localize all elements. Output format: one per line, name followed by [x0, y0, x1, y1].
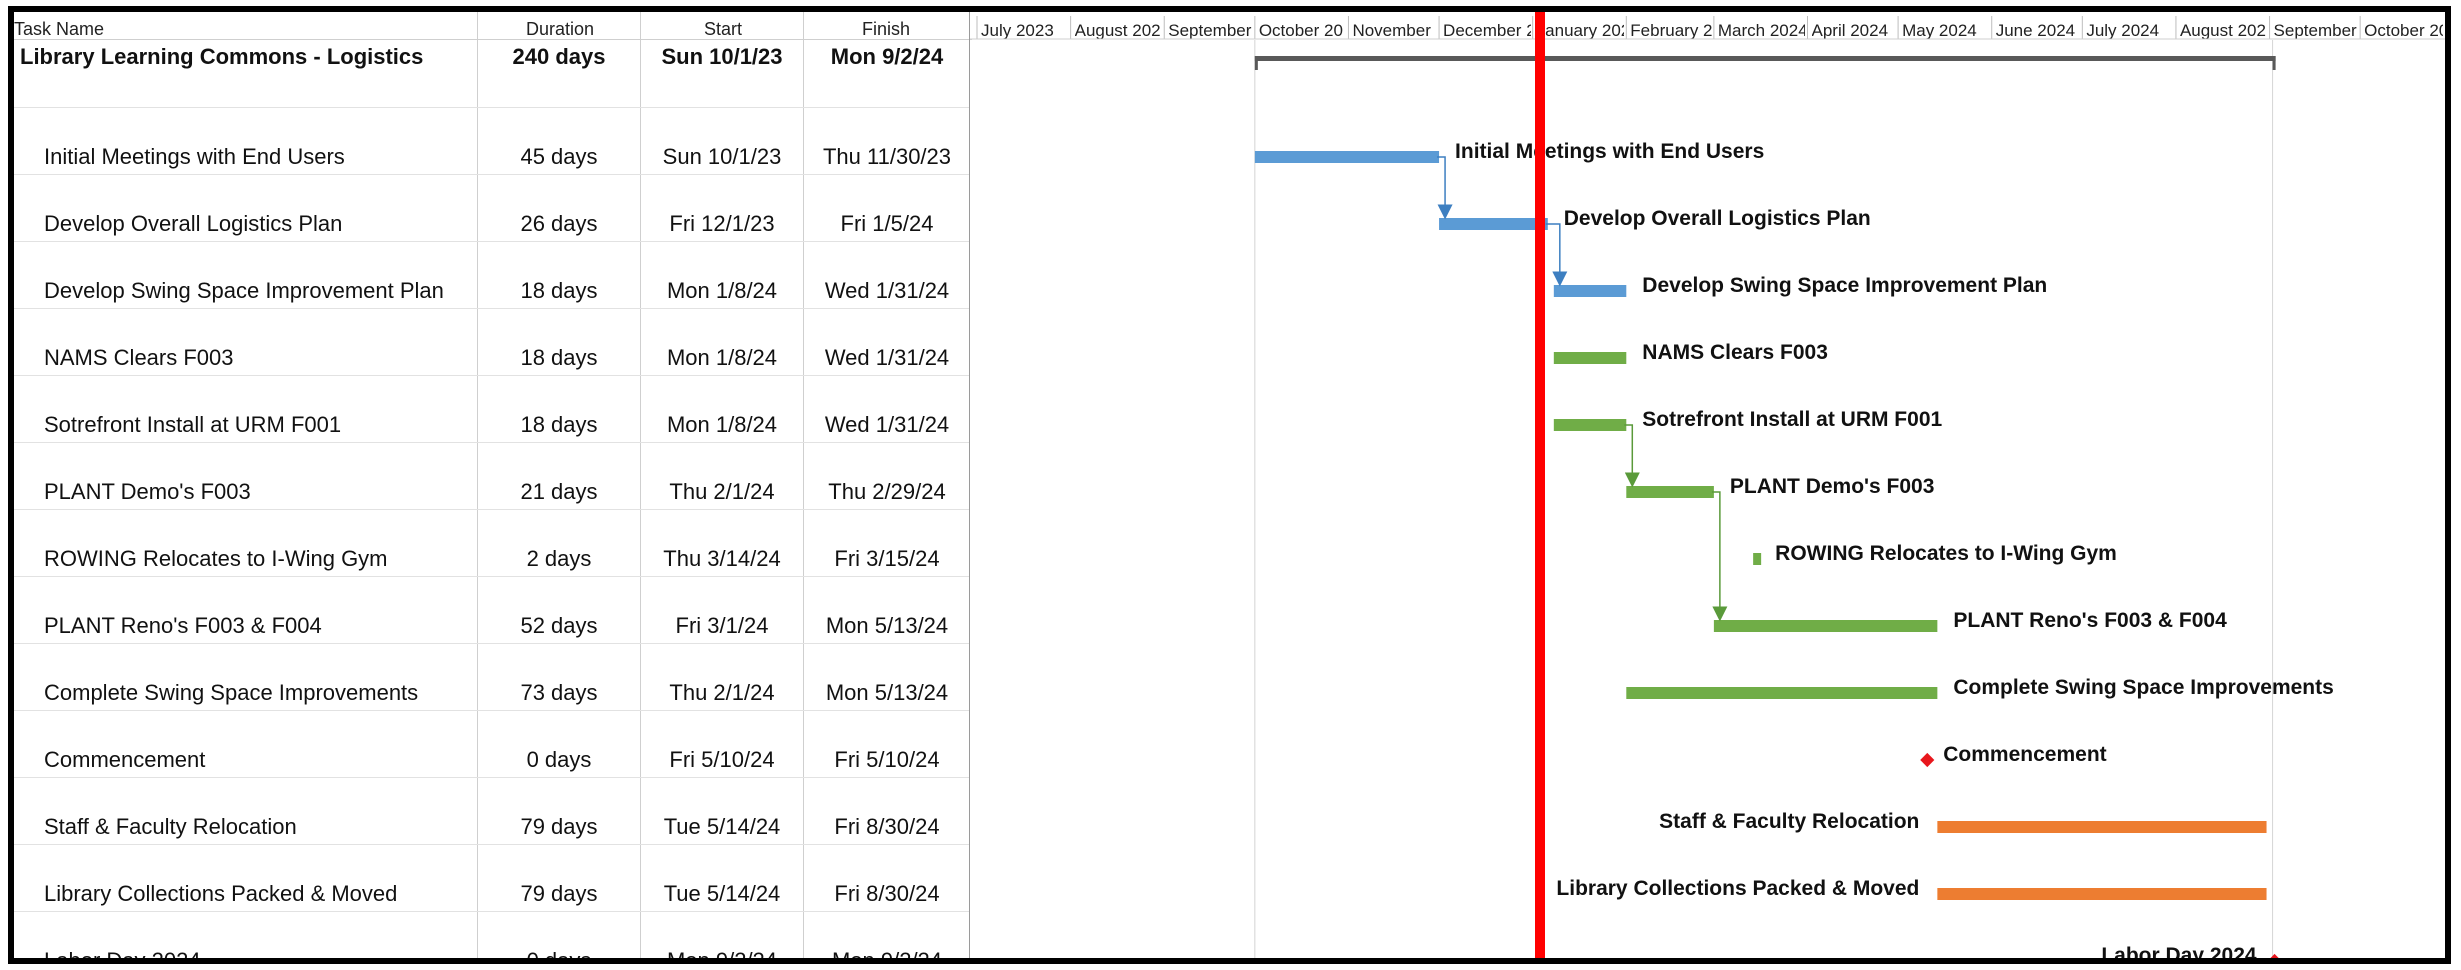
task-bar-label: Commencement — [1943, 743, 2106, 766]
task-bar[interactable] — [1553, 419, 1627, 431]
task-bar[interactable] — [1713, 620, 1938, 632]
current-date-line — [1535, 12, 1545, 958]
task-bar[interactable] — [1937, 888, 2267, 900]
task-bar-label: Staff & Faculty Relocation — [1659, 810, 1919, 833]
task-bar[interactable] — [1439, 218, 1548, 230]
gantt-view: Task Name Duration Start Finish July 202… — [8, 6, 2451, 964]
task-bar-label: Initial Meetings with End Users — [1455, 140, 1764, 163]
task-bar-label: Library Collections Packed & Moved — [1556, 877, 1919, 900]
task-bar-label: ROWING Relocates to I-Wing Gym — [1775, 542, 2117, 565]
task-bar[interactable] — [1553, 285, 1627, 297]
dependency-arrow — [1624, 424, 1640, 488]
dependency-arrow — [1437, 156, 1453, 220]
dependency-arrow — [1545, 223, 1568, 287]
task-bar-label: Sotrefront Install at URM F001 — [1642, 408, 1942, 431]
task-bar-label: PLANT Reno's F003 & F004 — [1953, 609, 2227, 632]
milestone-diamond[interactable] — [1920, 752, 1935, 768]
task-bar-label: Complete Swing Space Improvements — [1953, 676, 2333, 699]
milestone-diamond[interactable] — [2267, 953, 2282, 964]
task-bar[interactable] — [1254, 151, 1440, 163]
task-bar-label: NAMS Clears F003 — [1642, 341, 1828, 364]
task-bar[interactable] — [1626, 687, 1938, 699]
task-bar-label: Labor Day 2024 — [2101, 944, 2257, 964]
task-bar[interactable] — [1937, 821, 2267, 833]
dependency-arrow — [1711, 491, 1728, 622]
task-bar[interactable] — [1626, 486, 1714, 498]
task-bar-label: PLANT Demo's F003 — [1730, 475, 1935, 498]
task-bar-label: Develop Overall Logistics Plan — [1564, 207, 1871, 230]
gantt-chart: Initial Meetings with End Users Develop O… — [970, 12, 2445, 964]
task-bar-label: Develop Swing Space Improvement Plan — [1642, 274, 2047, 297]
summary-bar[interactable] — [1254, 56, 2276, 70]
task-bar[interactable] — [1553, 352, 1627, 364]
task-bar[interactable] — [1753, 553, 1762, 565]
